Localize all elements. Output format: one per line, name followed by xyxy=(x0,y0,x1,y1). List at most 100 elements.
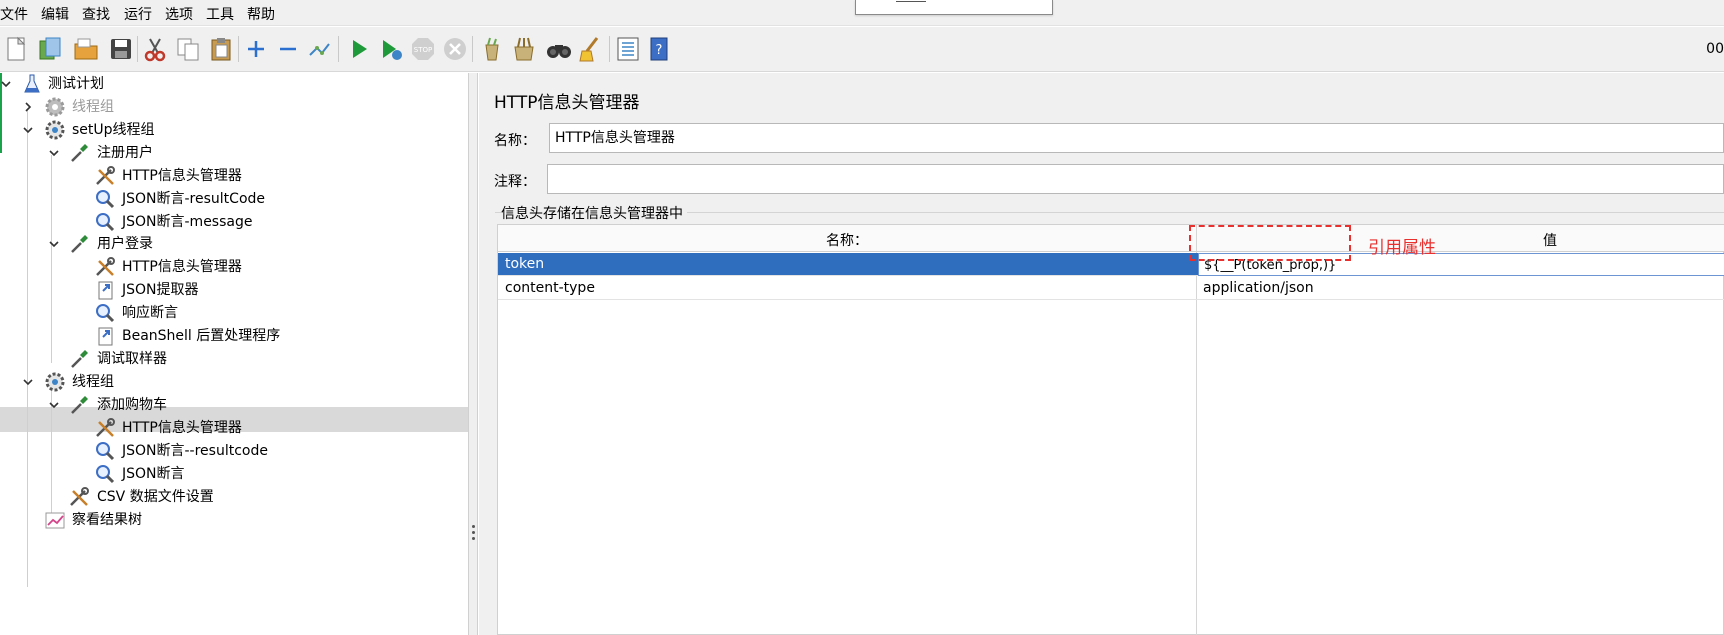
svg-text:STOP: STOP xyxy=(414,46,432,54)
menu-tools[interactable]: 工具 xyxy=(206,4,234,24)
chevron-down-icon[interactable] xyxy=(48,238,60,250)
tree-item-test-plan[interactable]: 测试计划 xyxy=(0,72,460,96)
search-icon[interactable] xyxy=(545,35,573,63)
wrench-screwdriver-icon xyxy=(96,166,115,185)
headers-group-label: 信息头存储在信息头管理器中 xyxy=(501,203,687,223)
comment-field[interactable] xyxy=(547,164,1724,194)
tree-item-label: JSON断言-message xyxy=(122,214,253,230)
magnifier-icon xyxy=(96,442,115,461)
tree-item-json-extractor[interactable]: JSON提取器 xyxy=(0,278,460,302)
tree-item-label: 注册用户 xyxy=(97,145,153,161)
name-field[interactable]: HTTP信息头管理器 xyxy=(549,123,1724,153)
templates-icon[interactable] xyxy=(36,35,64,63)
tree-item-label: 察看结果树 xyxy=(72,512,142,528)
tree-item-view-results-tree[interactable]: 察看结果树 xyxy=(0,508,460,532)
tree-item-http-header-manager-selected[interactable]: HTTP信息头管理器 xyxy=(0,416,460,440)
tree-item-json-assertion-resultcode[interactable]: JSON断言-resultCode xyxy=(0,187,460,211)
page-title: HTTP信息头管理器 xyxy=(494,93,640,113)
tree-item-label: JSON提取器 xyxy=(122,282,199,298)
table-header: 名称： 值 xyxy=(498,225,1724,252)
toolbar: STOP ? 00 xyxy=(0,27,1724,72)
menu-search[interactable]: 查找 xyxy=(82,4,110,24)
start-icon[interactable] xyxy=(345,35,373,63)
tree-item-add-to-cart[interactable]: 添加购物车 xyxy=(0,393,460,417)
header-name-cell[interactable]: token xyxy=(505,253,544,276)
menu-edit[interactable]: 编辑 xyxy=(41,4,69,24)
tree-item-label: JSON断言 xyxy=(122,466,185,482)
chevron-right-icon[interactable] xyxy=(22,101,34,113)
document-arrow-icon xyxy=(98,281,113,300)
open-icon[interactable] xyxy=(72,35,100,63)
annotation-highlight-box xyxy=(1189,225,1351,261)
column-header-name[interactable]: 名称： xyxy=(826,230,868,250)
menu-options[interactable]: 选项 xyxy=(165,4,193,24)
popup-window-edge xyxy=(855,0,1053,15)
svg-text:?: ? xyxy=(656,43,663,58)
tree-item-label: JSON断言-resultCode xyxy=(122,191,266,207)
tree-item-setup-thread-group[interactable]: setUp线程组 xyxy=(0,118,460,142)
header-value-cell[interactable]: application/json xyxy=(1203,277,1314,300)
help-icon[interactable]: ? xyxy=(645,35,673,63)
tree-item-label: 响应断言 xyxy=(122,305,178,321)
table-row[interactable]: content-type application/json xyxy=(498,277,1724,300)
tree-item-label: setUp线程组 xyxy=(72,122,155,138)
start-no-pause-icon[interactable] xyxy=(377,35,405,63)
menu-file[interactable]: 文件 xyxy=(0,4,28,24)
test-plan-tree: 测试计划 线程组 setUp线程组 注册用户 HTTP信息头管理器 JSON断言… xyxy=(0,73,468,635)
tree-item-http-header-manager[interactable]: HTTP信息头管理器 xyxy=(0,255,460,279)
tree-item-http-header-manager[interactable]: HTTP信息头管理器 xyxy=(0,164,460,188)
headers-table: 名称： 值 token ${__P(token_prop,)} content-… xyxy=(497,224,1724,635)
copy-icon[interactable] xyxy=(174,35,202,63)
chevron-down-icon[interactable] xyxy=(48,147,60,159)
paste-icon[interactable] xyxy=(207,35,235,63)
tree-item-json-assertion-resultcode[interactable]: JSON断言--resultcode xyxy=(0,439,460,463)
tree-item-response-assertion[interactable]: 响应断言 xyxy=(0,301,460,325)
tree-item-label: CSV 数据文件设置 xyxy=(97,489,214,505)
collapse-icon[interactable] xyxy=(274,35,302,63)
reset-search-icon[interactable] xyxy=(577,35,605,63)
toggle-icon[interactable] xyxy=(305,35,333,63)
tree-item-label: JSON断言--resultcode xyxy=(122,443,268,459)
clear-icon[interactable] xyxy=(478,35,506,63)
wrench-screwdriver-icon xyxy=(96,418,115,437)
annotation-label: 引用属性 xyxy=(1368,238,1436,258)
save-icon[interactable] xyxy=(107,35,135,63)
tree-item-json-assertion[interactable]: JSON断言 xyxy=(0,462,460,486)
tree-item-debug-sampler[interactable]: 调试取样器 xyxy=(0,347,460,371)
tree-item-csv-data-set[interactable]: CSV 数据文件设置 xyxy=(0,485,460,509)
menu-help[interactable]: 帮助 xyxy=(247,4,275,24)
tree-item-thread-group-disabled[interactable]: 线程组 xyxy=(0,95,460,119)
panel-splitter[interactable] xyxy=(468,73,478,635)
tree-item-label: HTTP信息头管理器 xyxy=(122,420,242,436)
tree-item-thread-group[interactable]: 线程组 xyxy=(0,370,460,394)
new-icon[interactable] xyxy=(2,35,30,63)
column-header-value[interactable]: 值 xyxy=(1543,230,1557,250)
magnifier-icon xyxy=(96,213,115,232)
tree-item-register-user[interactable]: 注册用户 xyxy=(0,141,460,165)
chevron-down-icon[interactable] xyxy=(22,376,34,388)
header-name-cell[interactable]: content-type xyxy=(505,277,595,300)
table-row[interactable]: token ${__P(token_prop,)} xyxy=(498,253,1724,276)
chart-icon xyxy=(45,512,65,529)
clear-all-icon[interactable] xyxy=(510,35,538,63)
tree-item-user-login[interactable]: 用户登录 xyxy=(0,232,460,256)
gear-icon xyxy=(45,97,65,117)
function-helper-icon[interactable] xyxy=(614,35,642,63)
chevron-down-icon[interactable] xyxy=(22,124,34,136)
tree-item-beanshell-postprocessor[interactable]: BeanShell 后置处理程序 xyxy=(0,324,460,348)
chevron-down-icon[interactable] xyxy=(48,399,60,411)
test-plan-icon xyxy=(24,74,40,93)
tree-item-label: 用户登录 xyxy=(97,236,153,252)
menu-run[interactable]: 运行 xyxy=(124,4,152,24)
chevron-down-icon[interactable] xyxy=(0,78,12,90)
pipette-icon xyxy=(71,144,88,162)
shutdown-icon[interactable] xyxy=(441,35,469,63)
stop-icon[interactable]: STOP xyxy=(409,35,437,63)
name-label: 名称： xyxy=(494,133,536,149)
cut-icon[interactable] xyxy=(141,35,169,63)
magnifier-icon xyxy=(96,304,115,323)
wrench-screwdriver-icon xyxy=(70,487,89,506)
gear-icon xyxy=(45,372,65,392)
expand-icon[interactable] xyxy=(242,35,270,63)
tree-item-json-assertion-message[interactable]: JSON断言-message xyxy=(0,210,460,234)
